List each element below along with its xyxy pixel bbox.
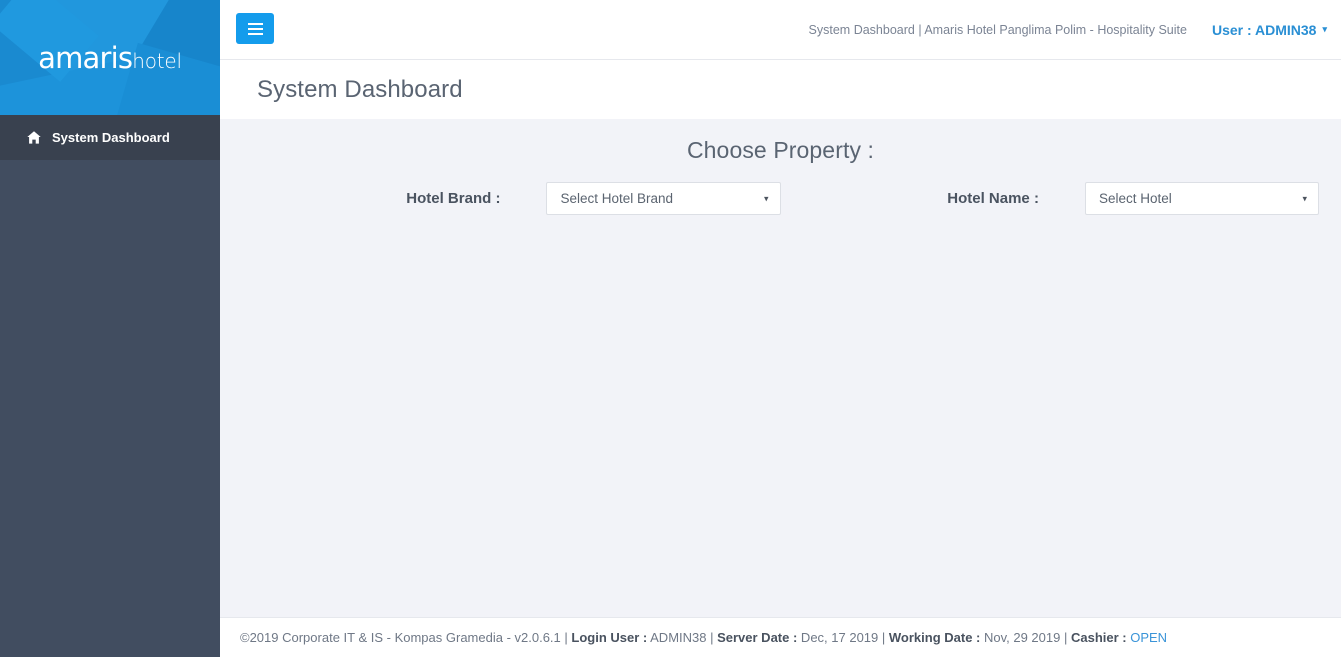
footer-text: ©2019 Corporate IT & IS - Kompas Gramedi… [240, 630, 1167, 645]
hamburger-icon[interactable] [236, 13, 274, 44]
hamburger-bar [247, 32, 263, 35]
property-selector-form: Hotel Brand : Select Hotel Brand ▾ Hotel… [220, 182, 1341, 215]
chevron-down-icon: ▾ [1322, 24, 1327, 34]
hotel-name-select[interactable]: Select Hotel ▾ [1084, 182, 1319, 215]
top-header: System Dashboard | Amaris Hotel Panglima… [220, 0, 1341, 59]
brand-logo-secondary: hotel [132, 48, 182, 73]
chevron-down-icon: ▾ [763, 193, 769, 203]
home-icon [26, 131, 42, 144]
hotel-brand-field-group: Hotel Brand : Select Hotel Brand ▾ [242, 182, 781, 215]
footer-separator-1: | [560, 630, 572, 645]
brand-logo-text: amarishotel [38, 41, 182, 75]
page-title-bar: System Dashboard [220, 59, 1341, 119]
sidebar-item-label: System Dashboard [52, 130, 170, 145]
hamburger-bar [247, 22, 263, 25]
hotel-brand-select-value: Select Hotel Brand [560, 191, 673, 206]
footer-copyright: ©2019 Corporate IT & IS - Kompas Gramedi… [240, 630, 561, 645]
hotel-brand-select[interactable]: Select Hotel Brand ▾ [546, 182, 781, 215]
brand-logo-panel: amarishotel [0, 0, 220, 115]
footer: ©2019 Corporate IT & IS - Kompas Gramedi… [220, 617, 1341, 657]
footer-login-user-label: Login User : [571, 630, 648, 645]
footer-separator-4: | [1063, 630, 1071, 645]
footer-cashier-status: OPEN [1126, 630, 1168, 645]
choose-property-heading: Choose Property : [686, 137, 875, 163]
footer-separator-3: | [881, 630, 889, 645]
brand-logo-primary: amaris [38, 40, 133, 75]
app-root: amarishotel System Dashboard System Dash… [0, 0, 1341, 657]
user-menu-button[interactable]: User : ADMIN38 ▾ [1212, 22, 1327, 38]
page-title: System Dashboard [257, 75, 463, 103]
hotel-brand-label: Hotel Brand : [406, 190, 501, 207]
footer-login-user-value: ADMIN38 [647, 630, 711, 645]
hamburger-bar [247, 27, 263, 30]
footer-server-date-value: Dec, 17 2019 [797, 630, 882, 645]
brand-logo[interactable]: amarishotel [0, 0, 220, 115]
sidebar: amarishotel System Dashboard [0, 0, 220, 657]
header-right-area: System Dashboard | Amaris Hotel Panglima… [809, 0, 1327, 59]
chevron-down-icon: ▾ [1302, 193, 1307, 203]
main-content: Choose Property : Hotel Brand : Select H… [220, 119, 1341, 617]
user-menu-label: User : ADMIN38 [1211, 21, 1317, 38]
header-context-text: System Dashboard | Amaris Hotel Panglima… [808, 22, 1187, 37]
footer-cashier-label: Cashier : [1070, 630, 1127, 645]
hotel-name-field-group: Hotel Name : Select Hotel ▾ [781, 182, 1319, 215]
sidebar-item-system-dashboard[interactable]: System Dashboard [0, 115, 220, 160]
footer-working-date-value: Nov, 29 2019 [980, 630, 1064, 645]
footer-working-date-label: Working Date : [888, 630, 981, 645]
sidebar-nav: System Dashboard [0, 115, 220, 160]
hotel-name-select-value: Select Hotel [1098, 191, 1172, 206]
hotel-name-label: Hotel Name : [947, 190, 1039, 207]
footer-server-date-label: Server Date : [717, 630, 798, 645]
